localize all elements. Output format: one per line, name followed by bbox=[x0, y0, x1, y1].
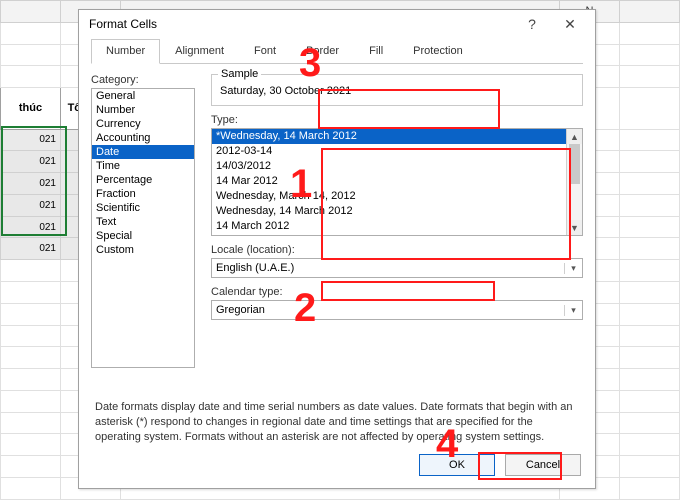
tab-font[interactable]: Font bbox=[239, 39, 291, 64]
category-item[interactable]: Currency bbox=[92, 117, 194, 131]
calendar-label: Calendar type: bbox=[211, 286, 583, 298]
type-label: Type: bbox=[211, 114, 583, 126]
table-row[interactable]: 021 bbox=[1, 216, 61, 238]
chevron-down-icon[interactable]: ▾ bbox=[564, 263, 582, 274]
help-text: Date formats display date and time seria… bbox=[79, 400, 595, 445]
table-row[interactable]: 021 bbox=[1, 194, 61, 216]
table-row[interactable]: 021 bbox=[1, 151, 61, 173]
table-header: thúc bbox=[1, 88, 61, 129]
category-item-selected[interactable]: Date bbox=[92, 145, 194, 159]
category-item[interactable]: Text bbox=[92, 215, 194, 229]
tab-alignment[interactable]: Alignment bbox=[160, 39, 239, 64]
type-item[interactable]: 2012-03-14 bbox=[212, 144, 566, 159]
tab-bar: Number Alignment Font Border Fill Protec… bbox=[91, 38, 583, 64]
category-list[interactable]: General Number Currency Accounting Date … bbox=[91, 88, 195, 368]
close-icon: ✕ bbox=[564, 16, 576, 33]
locale-value: English (U.A.E.) bbox=[212, 262, 564, 274]
type-item[interactable]: 14 March 2012 bbox=[212, 219, 566, 234]
category-item[interactable]: Number bbox=[92, 103, 194, 117]
type-item[interactable]: Wednesday, March 14, 2012 bbox=[212, 189, 566, 204]
table-row[interactable]: 021 bbox=[1, 173, 61, 195]
category-label: Category: bbox=[91, 74, 195, 86]
category-item[interactable]: Fraction bbox=[92, 187, 194, 201]
cancel-button[interactable]: Cancel bbox=[505, 454, 581, 476]
sample-value: Saturday, 30 October 2021 bbox=[220, 85, 574, 97]
tab-protection[interactable]: Protection bbox=[398, 39, 478, 64]
calendar-combo[interactable]: Gregorian ▾ bbox=[211, 300, 583, 320]
table-row[interactable]: 021 bbox=[1, 238, 61, 260]
scroll-thumb[interactable] bbox=[569, 144, 580, 184]
category-item[interactable]: Time bbox=[92, 159, 194, 173]
type-scrollbar[interactable]: ▲ ▼ bbox=[566, 129, 582, 235]
tab-fill[interactable]: Fill bbox=[354, 39, 398, 64]
type-list[interactable]: *Wednesday, 14 March 2012 2012-03-14 14/… bbox=[211, 128, 583, 236]
category-item[interactable]: General bbox=[92, 89, 194, 103]
table-row[interactable]: 021 bbox=[1, 129, 61, 151]
sample-group: Sample Saturday, 30 October 2021 bbox=[211, 74, 583, 106]
sample-label: Sample bbox=[218, 68, 261, 80]
type-item[interactable]: 14/03/2012 bbox=[212, 159, 566, 174]
scroll-up-icon[interactable]: ▲ bbox=[567, 129, 582, 144]
category-item[interactable]: Accounting bbox=[92, 131, 194, 145]
locale-label: Locale (location): bbox=[211, 244, 583, 256]
close-button[interactable]: ✕ bbox=[551, 10, 589, 38]
tab-number[interactable]: Number bbox=[91, 39, 160, 64]
tab-border[interactable]: Border bbox=[291, 39, 354, 64]
help-button[interactable]: ? bbox=[513, 10, 551, 38]
category-item[interactable]: Scientific bbox=[92, 201, 194, 215]
category-item[interactable]: Custom bbox=[92, 243, 194, 257]
ok-button[interactable]: OK bbox=[419, 454, 495, 476]
chevron-down-icon[interactable]: ▾ bbox=[564, 305, 582, 316]
locale-combo[interactable]: English (U.A.E.) ▾ bbox=[211, 258, 583, 278]
category-item[interactable]: Percentage bbox=[92, 173, 194, 187]
type-item[interactable]: Wednesday, 14 March 2012 bbox=[212, 204, 566, 219]
dialog-title: Format Cells bbox=[89, 17, 513, 31]
category-item[interactable]: Special bbox=[92, 229, 194, 243]
format-cells-dialog: Format Cells ? ✕ Number Alignment Font B… bbox=[78, 9, 596, 489]
calendar-value: Gregorian bbox=[212, 304, 564, 316]
scroll-down-icon[interactable]: ▼ bbox=[567, 220, 582, 235]
type-item[interactable]: 14 Mar 2012 bbox=[212, 174, 566, 189]
type-item-selected[interactable]: *Wednesday, 14 March 2012 bbox=[212, 129, 566, 144]
